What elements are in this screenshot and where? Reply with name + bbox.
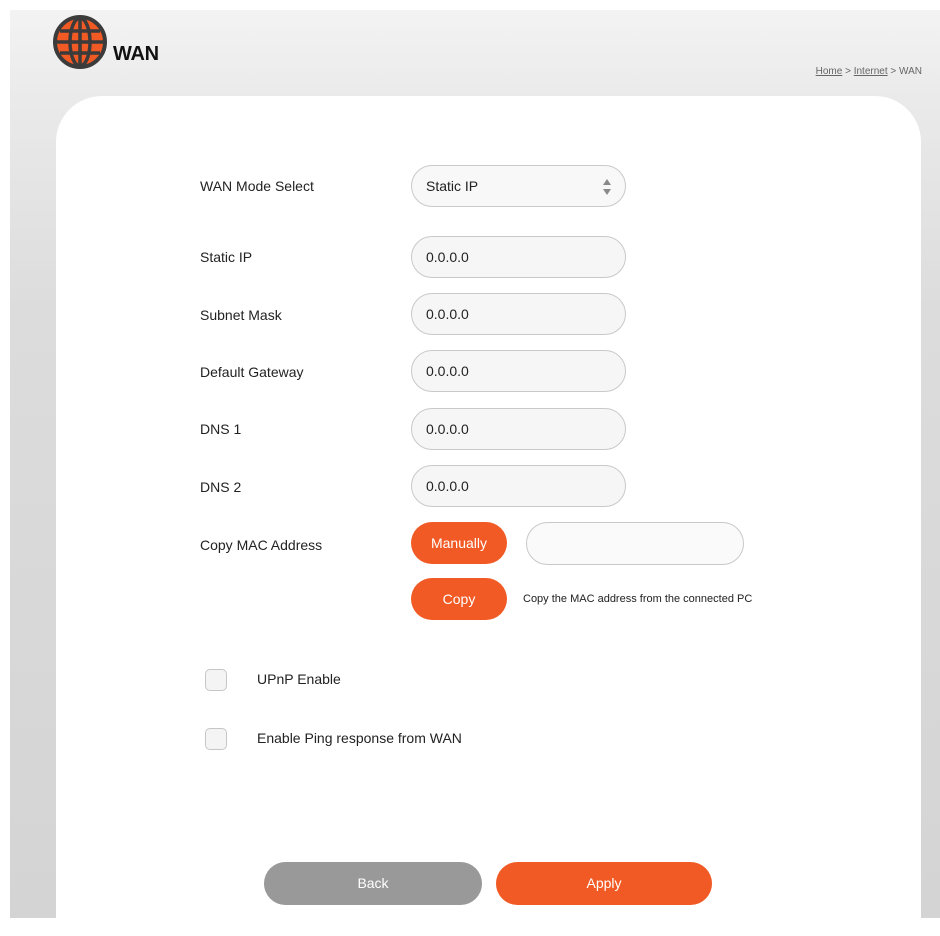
copy-mac-label: Copy MAC Address: [200, 537, 323, 553]
upnp-checkbox[interactable]: [205, 669, 227, 691]
header: WAN Home > Internet > WAN: [0, 0, 940, 95]
manually-button[interactable]: Manually: [411, 522, 507, 564]
breadcrumb-current: WAN: [899, 66, 922, 77]
static-ip-label: Static IP: [200, 249, 253, 265]
select-updown-arrows-icon: [603, 179, 611, 195]
dns2-label: DNS 2: [200, 479, 242, 495]
default-gateway-input[interactable]: 0.0.0.0: [411, 350, 626, 392]
settings-card: [56, 96, 921, 936]
page-title: WAN: [113, 43, 159, 65]
apply-button[interactable]: Apply: [496, 862, 712, 905]
wan-mode-selected-value: Static IP: [426, 178, 479, 194]
dns1-input[interactable]: 0.0.0.0: [411, 408, 626, 450]
breadcrumb-home-link[interactable]: Home: [816, 66, 843, 77]
mac-address-input[interactable]: [526, 522, 744, 565]
static-ip-input[interactable]: 0.0.0.0: [411, 236, 626, 278]
subnet-mask-label: Subnet Mask: [200, 307, 282, 323]
breadcrumb-internet-link[interactable]: Internet: [854, 66, 888, 77]
breadcrumb-separator: >: [842, 66, 854, 77]
breadcrumb: Home > Internet > WAN: [816, 66, 922, 77]
dns1-label: DNS 1: [200, 421, 242, 437]
copy-mac-note: Copy the MAC address from the connected …: [523, 593, 753, 605]
ping-response-label: Enable Ping response from WAN: [257, 730, 462, 746]
ping-response-checkbox[interactable]: [205, 728, 227, 750]
copy-mac-button[interactable]: Copy: [411, 578, 507, 620]
upnp-label: UPnP Enable: [257, 671, 341, 687]
wan-mode-select[interactable]: Static IP: [411, 165, 626, 207]
wan-mode-label: WAN Mode Select: [200, 178, 314, 194]
back-button[interactable]: Back: [264, 862, 482, 905]
dns2-input[interactable]: 0.0.0.0: [411, 465, 626, 507]
default-gateway-label: Default Gateway: [200, 364, 304, 380]
breadcrumb-separator: >: [887, 66, 900, 77]
subnet-mask-input[interactable]: 0.0.0.0: [411, 293, 626, 335]
globe-icon: [53, 15, 107, 69]
